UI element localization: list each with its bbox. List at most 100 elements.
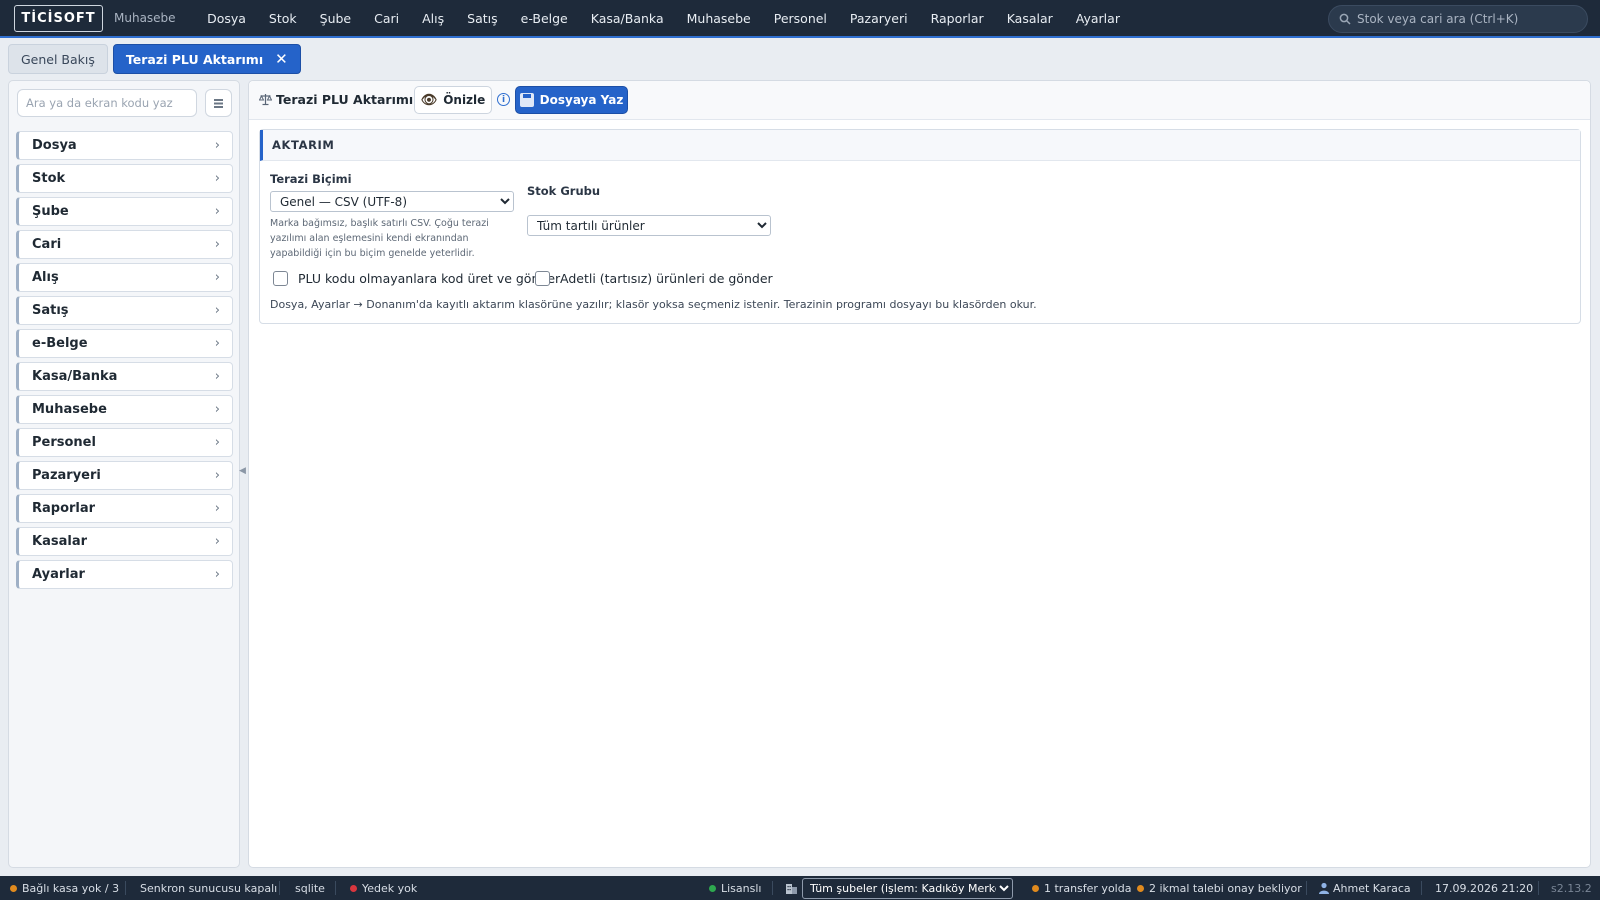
include-unit-products-label: Adetli (tartısız) ürünleri de gönder [560,271,773,286]
status-dot [350,884,357,892]
status-user-text: Ahmet Karaca [1333,881,1411,895]
sidebar-item-personel[interactable]: Personel › [16,428,233,457]
grid-view-button[interactable] [205,89,232,117]
sidebar-item-raporlar[interactable]: Raporlar › [16,494,233,523]
status-db-text: sqlite [295,881,325,895]
scale-format-select[interactable]: Genel — CSV (UTF-8) [270,191,514,212]
status-dot [1032,884,1039,892]
sidebar-item-muhasebe[interactable]: Muhasebe › [16,395,233,424]
status-sync-text: Senkron sunucusu kapalı [140,881,278,895]
status-requests[interactable]: 2 ikmal talebi onay bekliyor [1137,876,1302,900]
sidebar-menu: Dosya › Stok › Şube › Cari › Alış › Satış › e-… [16,131,233,593]
search-icon [1339,13,1351,25]
stock-group-label: Stok Grubu [527,184,601,198]
sidebar-item-label: Satış [32,303,69,318]
sidebar-item-satis[interactable]: Satış › [16,296,233,325]
status-backup-text: Yedek yok [362,881,418,895]
sidebar-item-stok[interactable]: Stok › [16,164,233,193]
building-icon [786,884,797,894]
sidebar-item-dosya[interactable]: Dosya › [16,131,233,160]
main-panel: Terazi PLU Aktarımı 👁 Önizle i Dosyaya Y… [248,80,1591,868]
status-bar: Bağlı kasa yok / 3 Senkron sunucusu kapa… [0,876,1600,900]
top-nav-pazaryeri[interactable]: Pazaryeri [838,11,919,26]
stock-group-select[interactable]: Tüm tartılı ürünler [527,215,771,236]
top-nav-satis[interactable]: Satış [456,11,509,26]
status-dot [10,884,17,892]
sidebar-item-label: Muhasebe [32,402,107,417]
tab-genel-bakis[interactable]: Genel Bakış [8,44,108,74]
include-unit-products-option[interactable]: Adetli (tartısız) ürünleri de gönder [535,271,773,286]
eye-icon: 👁 [420,92,438,108]
sidebar-item-kasa-banka[interactable]: Kasa/Banka › [16,362,233,391]
top-nav-e-belge[interactable]: e-Belge [509,11,579,26]
top-nav-kasa-banka[interactable]: Kasa/Banka [579,11,675,26]
sidebar-collapse-handle[interactable]: ◀ [239,466,247,480]
app-logo[interactable]: TİCİSOFT [14,4,103,32]
branch-select[interactable]: Tüm şubeler (işlem: Kadıköy Merkez) [802,877,1013,899]
screen-title-label: Terazi PLU Aktarımı [276,92,414,107]
status-divider [1538,881,1539,895]
top-nav-stok[interactable]: Stok [257,11,308,26]
screen-title: Terazi PLU Aktarımı [259,92,413,107]
status-transfer[interactable]: 1 transfer yolda [1032,876,1131,900]
status-version-text: s2.13.2 [1551,881,1592,895]
transfer-section: AKTARIM Terazi Biçimi Genel — CSV (UTF-8… [259,129,1581,324]
generate-plu-checkbox[interactable] [273,271,288,286]
tab-terazi-plu-aktarimi[interactable]: Terazi PLU Aktarımı ✕ [112,44,301,74]
top-nav-alis[interactable]: Alış [411,11,456,26]
sidebar-item-label: Cari [32,237,62,252]
tab-label: Terazi PLU Aktarımı [125,51,264,67]
status-branch: Tüm şubeler (işlem: Kadıköy Merkez) [785,876,1013,900]
status-divider [335,881,336,895]
write-to-file-label: Dosyaya Yaz [539,93,624,107]
sidebar-item-pazaryeri[interactable]: Pazaryeri › [16,461,233,490]
top-nav-personel[interactable]: Personel [762,11,838,26]
status-user[interactable]: Ahmet Karaca [1318,876,1411,900]
sidebar-item-label: Kasalar [32,534,87,549]
sidebar-item-label: Personel [32,435,96,450]
top-nav-cari[interactable]: Cari [363,11,411,26]
include-unit-products-checkbox[interactable] [535,271,550,286]
top-nav-raporlar[interactable]: Raporlar [919,11,995,26]
global-search-input[interactable] [1357,12,1577,26]
tab-bar: Genel Bakış Terazi PLU Aktarımı ✕ [0,40,1600,78]
status-datetime-text: 17.09.2026 21:20 [1435,881,1534,895]
chevron-right-icon: › [214,435,220,450]
chevron-right-icon: › [214,171,220,186]
close-icon[interactable]: ✕ [275,50,288,68]
sidebar: Dosya › Stok › Şube › Cari › Alış › Satış › e-… [8,80,240,868]
sidebar-search-input[interactable] [17,89,197,117]
info-icon[interactable]: i [497,93,510,106]
status-divider [125,881,126,895]
sidebar-item-label: Pazaryeri [32,468,101,483]
status-backup[interactable]: Yedek yok [350,876,417,900]
floppy-disk-icon [519,93,534,107]
top-nav-dosya[interactable]: Dosya [196,11,258,26]
status-version: s2.13.2 [1551,876,1592,900]
sidebar-item-sube[interactable]: Şube › [16,197,233,226]
chevron-right-icon: › [214,336,220,351]
app-subtitle: Muhasebe [114,11,176,25]
status-dot [709,884,716,892]
chevron-right-icon: › [214,402,220,417]
chevron-right-icon: › [214,567,220,582]
preview-button-label: Önizle [443,93,486,107]
generate-plu-option[interactable]: PLU kodu olmayanlara kod üret ve gönder [273,271,560,286]
sidebar-item-e-belge[interactable]: e-Belge › [16,329,233,358]
write-to-file-button[interactable]: Dosyaya Yaz [515,86,628,114]
sidebar-item-alis[interactable]: Alış › [16,263,233,292]
top-nav-sube[interactable]: Şube [308,11,362,26]
sidebar-item-cari[interactable]: Cari › [16,230,233,259]
section-title: AKTARIM [260,130,1580,161]
chevron-right-icon: › [214,501,220,516]
sidebar-item-kasalar[interactable]: Kasalar › [16,527,233,556]
preview-button[interactable]: 👁 Önizle [414,86,492,114]
top-nav-ayarlar[interactable]: Ayarlar [1064,11,1131,26]
top-nav-kasalar[interactable]: Kasalar [995,11,1064,26]
top-nav-muhasebe[interactable]: Muhasebe [675,11,762,26]
status-license: Lisanslı [709,876,761,900]
sidebar-item-ayarlar[interactable]: Ayarlar › [16,560,233,589]
chevron-right-icon: › [214,369,220,384]
status-divider [1306,881,1307,895]
status-divider [279,881,280,895]
